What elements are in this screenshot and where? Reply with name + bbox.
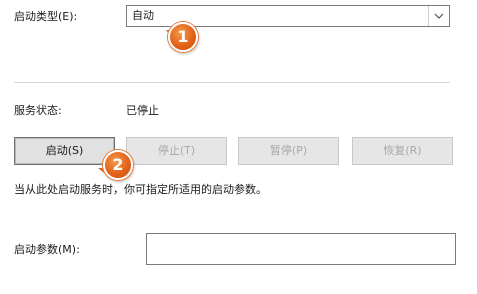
service-status-value: 已停止 [126, 104, 159, 117]
startup-params-hint: 当从此处启动服务时，你可指定所适用的启动参数。 [14, 183, 267, 196]
step-1-badge: 1 [168, 22, 198, 52]
service-status-label: 服务状态: [14, 104, 62, 117]
startup-params-label: 启动参数(M): [14, 243, 80, 256]
chevron-down-icon[interactable] [428, 6, 449, 26]
startup-type-value: 自动 [132, 9, 154, 22]
start-button[interactable]: 启动(S) [14, 137, 115, 165]
startup-type-label: 启动类型(E): [14, 10, 78, 23]
section-divider [14, 82, 450, 83]
startup-params-input[interactable] [146, 233, 456, 265]
pause-button[interactable]: 暂停(P) [238, 137, 339, 165]
step-2-badge: 2 [103, 150, 133, 180]
stop-button[interactable]: 停止(T) [126, 137, 227, 165]
resume-button[interactable]: 恢复(R) [352, 137, 453, 165]
